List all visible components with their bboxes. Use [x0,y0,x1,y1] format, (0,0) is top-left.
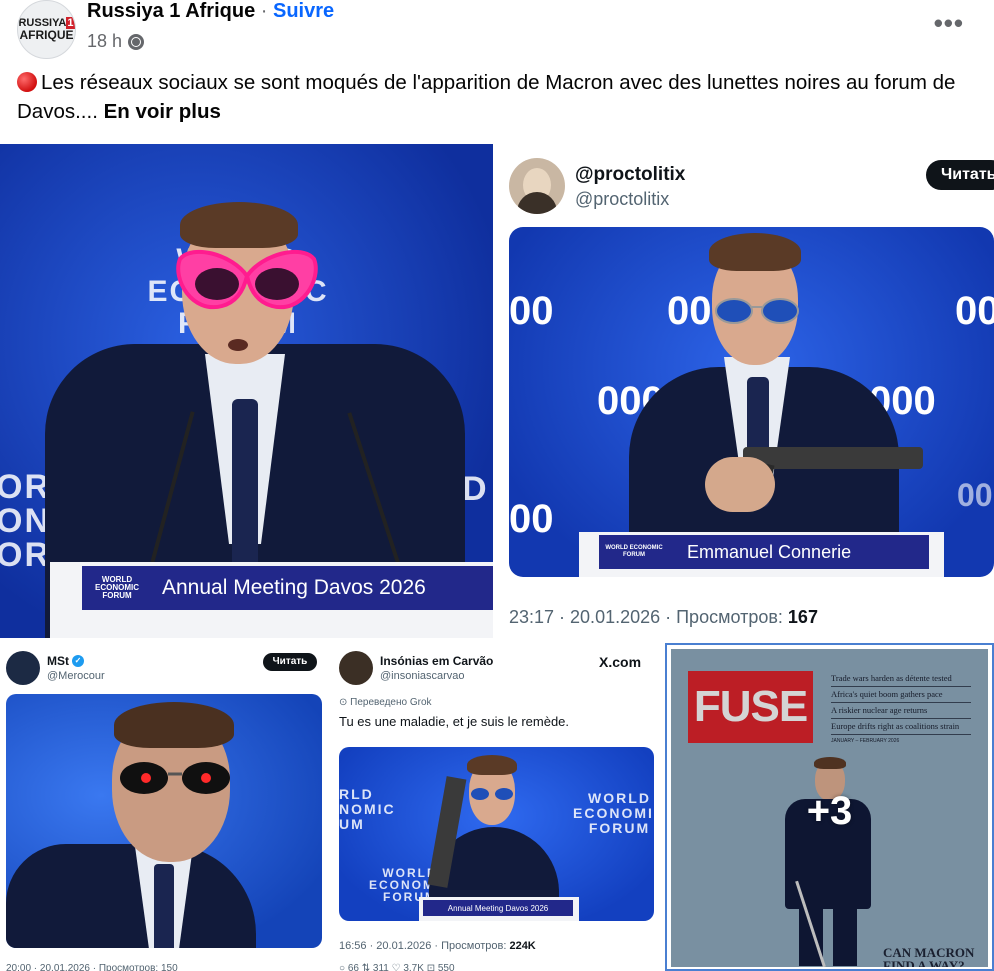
red-circle-icon [17,72,37,92]
wef-logo: WORLD ECONOMIC FORUM [605,545,663,558]
page-avatar[interactable]: RUSSIYA1 AFRIQUE [17,0,76,59]
tweet-meta: 16:56 · 20.01.2026 · Просмотров: 224K [339,940,536,952]
sunglasses-icon [471,788,513,800]
tweet-avatar [339,651,373,685]
photo-tile-2[interactable]: @proctolitix @proctolitix Читать 00 000 … [497,144,994,638]
pink-butterfly-glasses-icon [176,249,318,310]
tweet-text: Tu es une maladie, et je suis le remède. [339,714,570,729]
wef-background-text: RLD NOMIC UM [339,786,396,832]
photo-tile-4[interactable]: Insónias em Carvão @insoniascarvao X.com… [333,643,662,971]
red-eye-sunglasses-icon [120,762,230,794]
bg-number: 00 [957,477,993,513]
tweet-timestamp: 16:56 · 20.01.2026 · Просмотров: [339,940,507,952]
tweet-author-name-row: MSt ✓ [47,654,84,668]
page-name-link[interactable]: Russiya 1 Afrique [87,0,255,22]
tweet-author-handle: @proctolitix [575,189,670,209]
tweet-image: 00 000 00 0000 000 00 00 WORLD ECONOMIC … [509,227,994,577]
person-hand [705,457,775,512]
tweet-author-handle: @insoniascarvao [380,670,465,682]
tweet-image [6,694,322,948]
post-text: Les réseaux sociaux se sont moqués de l'… [17,68,977,126]
tweet-author-name: @proctolitix [575,164,686,185]
bg-number: 00 [509,497,554,541]
tweet-author-handle: @Merocour [47,670,105,682]
translated-by-label: ⊙ Переведено Grok [339,697,432,708]
tweet-views: 224K [509,940,536,952]
tweet-author-name: Insónias em Carvão [380,654,494,668]
person-hair [467,755,517,775]
post-timestamp-row: 18 h [87,31,145,52]
bg-number: 00 [509,289,554,333]
tweet-meta: 20:00 · 20.01.2026 · Просмотров: 150 [6,963,178,971]
person-tie [232,399,258,569]
read-button[interactable]: Читать [926,160,994,190]
person-suit [6,844,256,948]
tweet-actions: ○ 66 ⇅ 311 ♡ 3.7K ⊡ 550 [339,963,455,971]
tweet-meta: 23:17 · 20.01.2026 · Просмотров: 167 [509,607,818,628]
person-hair [709,233,801,271]
aviator-sunglasses-icon [715,298,799,324]
photo-tile-3[interactable]: MSt ✓ @Merocour Читать 20:00 · 20.01.202… [0,643,331,971]
person-mouth [228,339,248,351]
tweet-avatar [509,158,565,214]
photo-tile-1[interactable]: WORLDECONOMICFORUM ORLDONOMIORU D WORLD … [0,144,493,638]
podium-sign: Annual Meeting Davos 2026 [423,900,573,916]
page-name-row: Russiya 1 Afrique · Suivre [87,0,334,23]
person-tie [154,864,174,948]
globe-icon [128,33,145,50]
person-hair [180,202,298,248]
post-header: RUSSIYA1 AFRIQUE Russiya 1 Afrique · Sui… [0,0,994,64]
tweet-image: RLDNOMICUM WORLDECONOMICFORUM WORLDECONO… [339,747,654,921]
wef-background-text-right: WORLDECONOMICFORUM [573,790,654,836]
more-options-icon[interactable]: ••• [934,8,964,39]
cover-line: CAN MACRON FIND A WAY? [883,945,975,967]
tweet-timestamp: 23:17 · 20.01.2026 · Просмотров: [509,607,783,627]
tweet-author-name: MSt [47,654,69,668]
person-hair [114,702,234,748]
magazine-cover: FUSE Trade wars harden as détente tested… [671,649,988,967]
bg-number: 00 [955,289,994,333]
tweet-views: 167 [787,607,818,627]
read-button[interactable]: Читать [263,653,317,671]
podium-sign: WORLD ECONOMIC FORUM Emmanuel Connerie [599,535,929,569]
photo-tile-5-more[interactable]: FUSE Trade wars harden as détente tested… [665,643,994,971]
tweet-avatar [6,651,40,685]
avatar-logo-line2: AFRIQUE [19,28,74,42]
podium-text: Annual Meeting Davos 2026 [447,903,549,913]
wef-logo: WORLD ECONOMIC FORUM [95,575,139,600]
wef-side-text-right: D [462,470,489,508]
podium-text: Emmanuel Connerie [687,541,852,562]
follow-button[interactable]: Suivre [273,0,334,22]
verified-badge-icon: ✓ [72,655,84,667]
separator: · [260,0,268,22]
more-photos-count[interactable]: +3 [671,789,988,834]
see-more-link[interactable]: En voir plus [104,100,221,123]
post-time[interactable]: 18 h [87,31,122,52]
podium-text: Annual Meeting Davos 2026 [162,576,426,599]
x-com-label: X.com [599,654,642,670]
podium-sign: WORLD ECONOMIC FORUM Annual Meeting Davo… [82,566,493,610]
